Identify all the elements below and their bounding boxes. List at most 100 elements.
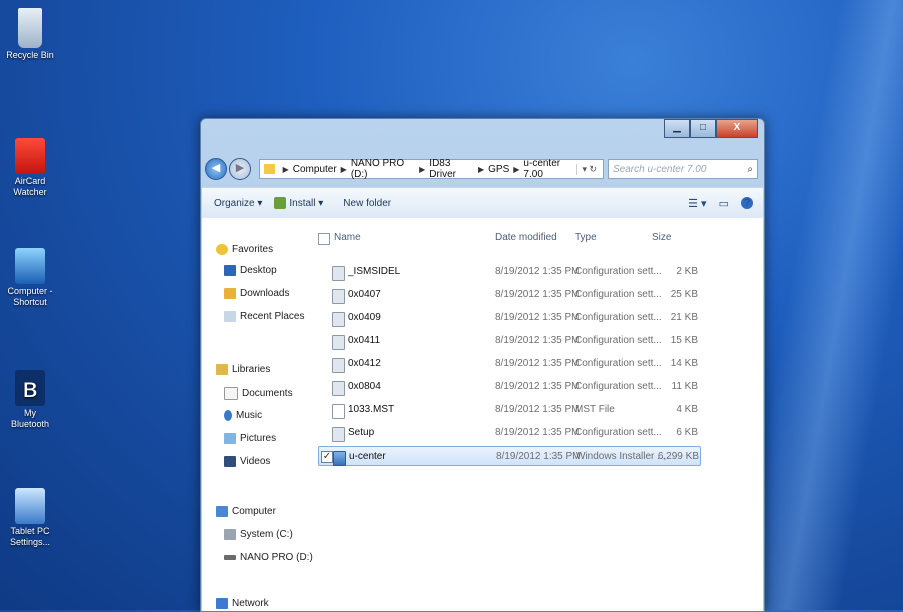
nav-videos[interactable]: Videos: [224, 456, 270, 467]
chevron-right-icon: ▶: [513, 164, 520, 174]
nav-label: Recent Places: [240, 311, 305, 322]
nav-nano-pro[interactable]: NANO PRO (D:): [224, 552, 313, 563]
file-row[interactable]: 0x0804 8/19/2012 1:35 PM Configuration s…: [318, 377, 701, 397]
file-date: 8/19/2012 1:35 PM: [495, 266, 580, 277]
install-icon: [274, 197, 287, 209]
column-name[interactable]: Name: [334, 232, 361, 243]
column-size[interactable]: Size: [652, 232, 671, 243]
desktop-icon-computer-shortcut[interactable]: Computer - Shortcut: [4, 248, 56, 308]
drive-icon: [224, 529, 236, 540]
search-input[interactable]: Search u-center 7.00 ⌕: [608, 159, 758, 179]
file-row[interactable]: 0x0409 8/19/2012 1:35 PM Configuration s…: [318, 308, 701, 328]
nav-recent-places[interactable]: Recent Places: [224, 311, 304, 322]
nav-label: System (C:): [240, 529, 293, 540]
tablet-settings-icon: [15, 488, 45, 524]
file-name: Setup: [348, 427, 375, 438]
file-size: 6,299 KB: [657, 451, 699, 462]
breadcrumb-drive[interactable]: NANO PRO (D:): [351, 158, 415, 180]
close-button[interactable]: X: [716, 119, 758, 138]
column-date-modified[interactable]: Date modified: [495, 232, 557, 243]
nav-label: Videos: [240, 456, 271, 467]
file-row[interactable]: 0x0407 8/19/2012 1:35 PM Configuration s…: [318, 285, 701, 305]
breadcrumb-u-center[interactable]: u-center 7.00: [523, 158, 575, 180]
file-size: 25 KB: [670, 289, 698, 300]
nav-network[interactable]: Network: [216, 598, 269, 609]
nav-label: Music: [236, 410, 263, 421]
chevron-right-icon: ▶: [419, 164, 426, 174]
nav-favorites[interactable]: Favorites: [216, 244, 273, 255]
file-row[interactable]: Setup 8/19/2012 1:35 PM Configuration se…: [318, 423, 701, 443]
file-list: Name Date modified Type Size _ISMSIDEL 8…: [312, 218, 763, 611]
refresh-button[interactable]: ▾ ↻: [575, 163, 604, 175]
file-row[interactable]: 0x0411 8/19/2012 1:35 PM Configuration s…: [318, 331, 701, 351]
desktop-icon-bluetooth[interactable]: ʙ My Bluetooth: [4, 370, 56, 430]
breadcrumb-driver[interactable]: ID83 Driver: [429, 158, 474, 180]
column-type[interactable]: Type: [575, 232, 597, 243]
new-folder-button[interactable]: New folder: [343, 198, 391, 209]
change-view-button[interactable]: ☰ ▾: [688, 197, 706, 210]
nav-pictures[interactable]: Pictures: [224, 433, 276, 444]
file-row[interactable]: 1033.MST 8/19/2012 1:35 PM MST File 4 KB: [318, 400, 701, 420]
organize-button[interactable]: Organize ▾: [214, 198, 262, 209]
config-file-icon: [332, 427, 345, 442]
desktop-icon-tablet-settings[interactable]: Tablet PC Settings...: [4, 488, 56, 548]
help-button[interactable]: ?: [741, 197, 753, 209]
nav-computer[interactable]: Computer: [216, 506, 276, 517]
nav-music[interactable]: Music: [224, 410, 262, 421]
mst-file-icon: [332, 404, 345, 419]
nav-downloads[interactable]: Downloads: [224, 288, 289, 299]
address-row: ◀ ▶ ▶ Computer ▶ NANO PRO (D:) ▶ ID83 Dr…: [205, 157, 758, 181]
install-label: Install ▾: [289, 197, 324, 209]
nav-label: Downloads: [240, 288, 290, 299]
file-row[interactable]: _ISMSIDEL 8/19/2012 1:35 PM Configuratio…: [318, 262, 701, 282]
file-date: 8/19/2012 1:35 PM: [495, 404, 580, 415]
file-name: 0x0407: [348, 289, 381, 300]
file-date: 8/19/2012 1:35 PM: [495, 335, 580, 346]
file-type: Configuration sett...: [575, 266, 662, 277]
desktop-icon-aircard[interactable]: AirCard Watcher: [4, 138, 56, 198]
nav-desktop[interactable]: Desktop: [224, 265, 277, 276]
back-button[interactable]: ◀: [205, 158, 227, 180]
row-checkbox[interactable]: ✓: [321, 451, 333, 463]
network-icon: [216, 598, 228, 609]
minimize-button[interactable]: ▁: [664, 119, 690, 138]
nav-label: Favorites: [232, 244, 274, 255]
chevron-right-icon: ▶: [477, 164, 485, 174]
desktop-icon: [224, 265, 236, 276]
nav-system-c[interactable]: System (C:): [224, 529, 293, 540]
recycle-bin-icon: [18, 8, 42, 48]
file-date: 8/19/2012 1:35 PM: [495, 312, 580, 323]
file-name: 1033.MST: [348, 404, 395, 415]
preview-pane-button[interactable]: ▭: [719, 197, 729, 210]
file-row[interactable]: 0x0412 8/19/2012 1:35 PM Configuration s…: [318, 354, 701, 374]
file-size: 4 KB: [676, 404, 698, 415]
address-bar[interactable]: ▶ Computer ▶ NANO PRO (D:) ▶ ID83 Driver…: [259, 158, 604, 180]
config-file-icon: [332, 335, 345, 350]
install-button[interactable]: Install ▾: [274, 197, 323, 209]
file-type: Configuration sett...: [575, 358, 662, 369]
pictures-icon: [224, 433, 236, 444]
maximize-button[interactable]: □: [690, 119, 716, 138]
nav-label: Computer: [232, 506, 276, 517]
file-row-selected[interactable]: ✓ u-center 8/19/2012 1:35 PM Windows Ins…: [318, 446, 701, 466]
forward-button[interactable]: ▶: [229, 158, 251, 180]
desktop-icon-recycle-bin[interactable]: Recycle Bin: [4, 8, 56, 61]
desktop-icon-label: Recycle Bin: [6, 50, 54, 60]
file-name: 0x0411: [348, 335, 381, 346]
nav-documents[interactable]: Documents: [224, 387, 293, 400]
star-icon: [216, 244, 228, 255]
desktop-icon-label: AirCard Watcher: [13, 176, 47, 197]
desktop-icon-label: My Bluetooth: [10, 408, 50, 429]
documents-icon: [224, 387, 238, 400]
wallpaper-light-streak: [760, 0, 903, 610]
breadcrumb-computer[interactable]: Computer: [293, 164, 337, 175]
nav-libraries[interactable]: Libraries: [216, 364, 270, 375]
breadcrumb-gps[interactable]: GPS: [488, 164, 509, 175]
aircard-icon: [15, 138, 45, 174]
command-bar: Organize ▾ Install ▾ New folder ☰ ▾ ▭ ?: [202, 187, 763, 219]
file-name: 0x0409: [348, 312, 381, 323]
select-all-checkbox[interactable]: [318, 233, 330, 245]
file-date: 8/19/2012 1:35 PM: [495, 289, 580, 300]
chevron-right-icon: ▶: [282, 164, 289, 174]
file-size: 11 KB: [671, 381, 699, 392]
